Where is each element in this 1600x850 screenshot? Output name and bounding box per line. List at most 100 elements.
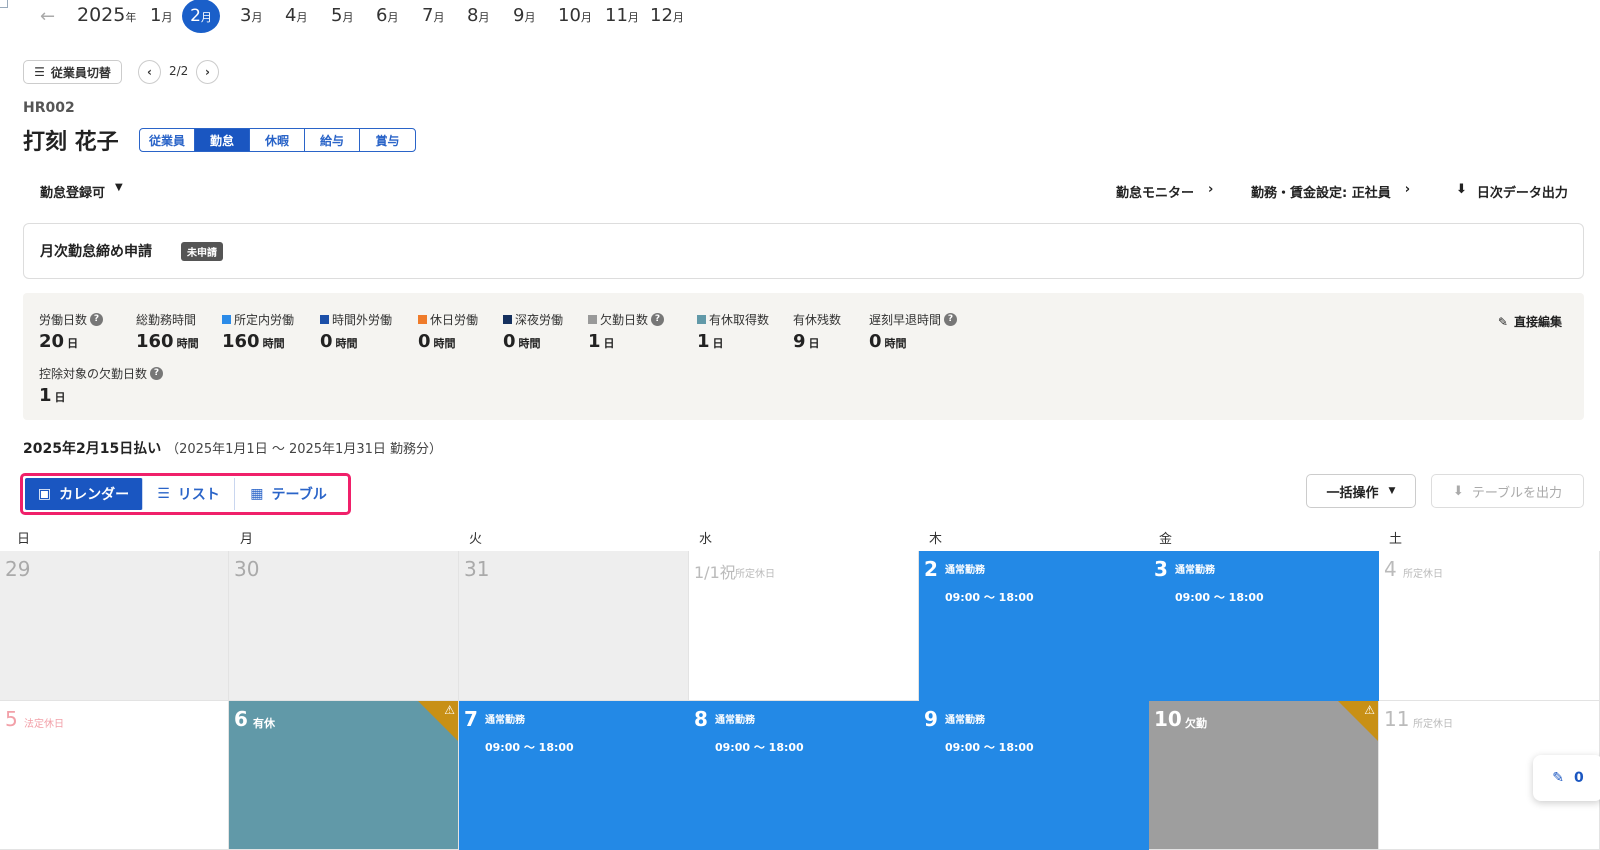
month-number: 11 bbox=[605, 5, 628, 26]
calendar-day-cell[interactable]: 1/1祝 所定休日 bbox=[689, 551, 919, 701]
warning-icon[interactable]: ⚠ bbox=[1364, 703, 1375, 717]
fab-count: 0 bbox=[1573, 770, 1584, 786]
stat-value: 20 bbox=[39, 331, 65, 352]
warning-icon[interactable]: ⚠ bbox=[444, 703, 455, 717]
calendar-day-cell[interactable]: 8 通常勤務 09:00 ～ 18:00 bbox=[689, 701, 919, 850]
help-icon[interactable]: ? bbox=[944, 313, 958, 326]
view-calendar-button[interactable]: ▣ カレンダー bbox=[25, 478, 143, 510]
month-6[interactable]: 6月 bbox=[376, 5, 398, 26]
day-number: 6 bbox=[234, 707, 248, 731]
year-label[interactable]: 2025年 bbox=[77, 4, 136, 26]
legend-swatch bbox=[222, 315, 231, 324]
month-11[interactable]: 11月 bbox=[605, 5, 639, 26]
calendar-day-cell[interactable]: 6 有休 ⚠ bbox=[229, 701, 459, 850]
day-number: 30 bbox=[234, 557, 260, 581]
month-2-active[interactable]: 2月 bbox=[182, 0, 220, 33]
stat-work-days: 労働日数? 20 日 bbox=[39, 311, 104, 352]
month-suffix: 月 bbox=[478, 11, 490, 24]
help-icon[interactable]: ? bbox=[651, 313, 665, 326]
month-9[interactable]: 9月 bbox=[513, 5, 535, 26]
calendar-day-cell[interactable]: 4 所定休日 bbox=[1379, 551, 1600, 701]
view-switcher: ▣ カレンダー ☰ リスト ▦ テーブル bbox=[20, 473, 351, 515]
stat-label: 時間外労働 bbox=[332, 313, 393, 327]
month-12[interactable]: 12月 bbox=[650, 5, 684, 26]
stat-value: 0 bbox=[418, 331, 431, 352]
day-type-tag: 所定休日 bbox=[1413, 719, 1453, 730]
attendance-monitor-link[interactable]: 勤怠モニター › bbox=[1116, 182, 1213, 201]
wage-settings-link[interactable]: 勤務・賃金設定: 正社員 › bbox=[1251, 182, 1410, 201]
month-suffix: 月 bbox=[433, 11, 445, 24]
stat-unit: 時間 bbox=[433, 337, 456, 350]
month-1[interactable]: 1月 bbox=[150, 5, 172, 26]
stat-label: 控除対象の欠勤日数 bbox=[39, 367, 148, 381]
month-7[interactable]: 7月 bbox=[422, 5, 444, 26]
next-employee-button[interactable]: › bbox=[196, 60, 219, 84]
day-number: 29 bbox=[5, 557, 31, 581]
month-suffix: 月 bbox=[200, 11, 212, 24]
month-number: 9 bbox=[513, 5, 525, 26]
day-number: 4 bbox=[1384, 557, 1397, 581]
calendar-day-cell[interactable]: 30 bbox=[229, 551, 459, 701]
stat-label: 欠勤日数 bbox=[600, 313, 649, 327]
attendance-status-dropdown[interactable]: 勤怠登録可 ▼ bbox=[40, 182, 123, 201]
legend-swatch bbox=[697, 315, 706, 324]
month-number: 7 bbox=[422, 5, 434, 26]
calendar-day-cell[interactable]: 10 欠勤 ⚠ bbox=[1149, 701, 1379, 850]
calendar-day-cell[interactable]: 3 通常勤務 09:00 ～ 18:00 bbox=[1149, 551, 1379, 701]
stat-value: 1 bbox=[39, 385, 52, 406]
tab-leave[interactable]: 休暇 bbox=[250, 129, 305, 151]
stat-absence-days: 欠勤日数? 1日 bbox=[588, 311, 665, 352]
tab-attendance[interactable]: 勤怠 bbox=[195, 129, 250, 151]
tab-bonus[interactable]: 賞与 bbox=[360, 129, 415, 151]
stat-unit: 時間 bbox=[335, 337, 358, 350]
day-number: 5 bbox=[5, 707, 18, 731]
day-number: 31 bbox=[464, 557, 490, 581]
day-type-tag: 所定休日 bbox=[1403, 569, 1443, 580]
month-4[interactable]: 4月 bbox=[285, 5, 307, 26]
view-table-button[interactable]: ▦ テーブル bbox=[235, 478, 342, 510]
day-number: 9 bbox=[924, 707, 938, 731]
month-5[interactable]: 5月 bbox=[331, 5, 353, 26]
weekday-tue: 火 bbox=[469, 532, 483, 547]
month-number: 6 bbox=[376, 5, 388, 26]
calendar-day-cell[interactable]: 7 通常勤務 09:00 ～ 18:00 bbox=[459, 701, 689, 850]
prev-employee-button[interactable]: ‹ bbox=[138, 60, 161, 84]
stat-label: 総勤務時間 bbox=[136, 313, 197, 327]
direct-edit-button[interactable]: ✎ 直接編集 bbox=[1498, 313, 1562, 330]
caret-down-icon: ▼ bbox=[115, 182, 123, 193]
stat-paid-leave-taken: 有休取得数 1日 bbox=[697, 311, 769, 352]
back-arrow-icon[interactable]: ← bbox=[40, 6, 55, 27]
month-suffix: 月 bbox=[524, 11, 536, 24]
month-10[interactable]: 10月 bbox=[558, 5, 592, 26]
tab-employee[interactable]: 従業員 bbox=[140, 129, 195, 151]
help-icon[interactable]: ? bbox=[150, 367, 164, 380]
export-daily-data-button[interactable]: ⬇ 日次データ出力 bbox=[1456, 182, 1568, 201]
weekday-fri: 金 bbox=[1159, 532, 1173, 547]
month-number: 4 bbox=[285, 5, 297, 26]
shift-time: 09:00 ～ 18:00 bbox=[945, 741, 1034, 754]
closing-title: 月次勤怠締め申請 bbox=[40, 244, 152, 260]
day-type-tag: 通常勤務 bbox=[715, 715, 755, 726]
help-icon[interactable]: ? bbox=[90, 313, 104, 326]
export-table-button[interactable]: ⬇ テーブルを出力 bbox=[1431, 474, 1584, 508]
view-list-button[interactable]: ☰ リスト bbox=[143, 478, 235, 510]
legend-swatch bbox=[503, 315, 512, 324]
calendar-day-cell[interactable]: 29 bbox=[0, 551, 229, 701]
calendar-day-cell[interactable]: 9 通常勤務 09:00 ～ 18:00 bbox=[919, 701, 1149, 850]
month-3[interactable]: 3月 bbox=[240, 5, 262, 26]
tab-salary[interactable]: 給与 bbox=[305, 129, 360, 151]
export-daily-label: 日次データ出力 bbox=[1476, 186, 1568, 201]
calendar-day-cell[interactable]: 31 bbox=[459, 551, 689, 701]
table-icon: ▦ bbox=[250, 486, 264, 502]
stat-value: 160 bbox=[136, 331, 174, 352]
month-8[interactable]: 8月 bbox=[467, 5, 489, 26]
calendar-day-cell[interactable]: 2 通常勤務 09:00 ～ 18:00 bbox=[919, 551, 1149, 701]
stat-night-work: 深夜労働 0 時間 bbox=[503, 311, 563, 352]
calendar-day-cell[interactable]: 5 法定休日 bbox=[0, 701, 229, 850]
employee-switch-button[interactable]: ☰ 従業員切替 bbox=[23, 60, 122, 84]
shift-time: 09:00 ～ 18:00 bbox=[485, 741, 574, 754]
bulk-actions-dropdown[interactable]: 一括操作 ▼ bbox=[1306, 474, 1416, 508]
edit-requests-fab[interactable]: ✎ 0 bbox=[1533, 755, 1600, 801]
employee-tabs: 従業員 勤怠 休暇 給与 賞与 bbox=[139, 128, 416, 152]
stat-value: 0 bbox=[503, 331, 516, 352]
